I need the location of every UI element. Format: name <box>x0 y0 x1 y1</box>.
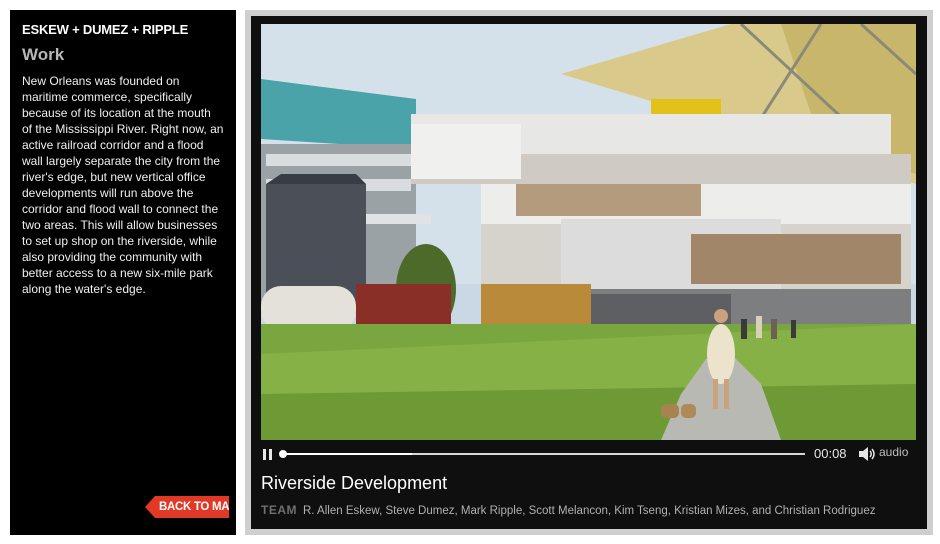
speaker-icon[interactable] <box>859 447 875 461</box>
team-members: R. Allen Eskew, Steve Dumez, Mark Ripple… <box>303 505 876 517</box>
seek-progress <box>281 453 412 455</box>
elapsed-time: 00:08 <box>814 446 847 461</box>
rendering-image <box>261 24 916 440</box>
team-label: TEAM <box>261 503 297 517</box>
seek-handle[interactable] <box>279 450 287 458</box>
pause-icon[interactable] <box>263 449 273 460</box>
back-to-map-button[interactable]: BACK TO MAP <box>145 496 229 518</box>
section-title: Work <box>22 45 65 64</box>
video-frame[interactable] <box>261 24 916 440</box>
firm-name: ESKEW + DUMEZ + RIPPLE <box>22 22 189 37</box>
page: ESKEW + DUMEZ + RIPPLE Work New Orleans … <box>0 0 940 544</box>
team-credits: TEAM R. Allen Eskew, Steve Dumez, Mark Ri… <box>261 503 875 517</box>
seek-bar[interactable] <box>281 453 805 455</box>
project-title: Riverside Development <box>261 473 448 493</box>
video-player: 00:08 audio Riverside Development TEAM R.… <box>251 16 927 529</box>
audio-label[interactable]: audio <box>879 445 908 459</box>
playback-controls: 00:08 audio <box>261 442 916 466</box>
player-frame: 00:08 audio Riverside Development TEAM R.… <box>245 10 933 535</box>
sidebar: ESKEW + DUMEZ + RIPPLE Work New Orleans … <box>10 10 236 535</box>
project-description: New Orleans was founded on maritime comm… <box>22 74 224 296</box>
